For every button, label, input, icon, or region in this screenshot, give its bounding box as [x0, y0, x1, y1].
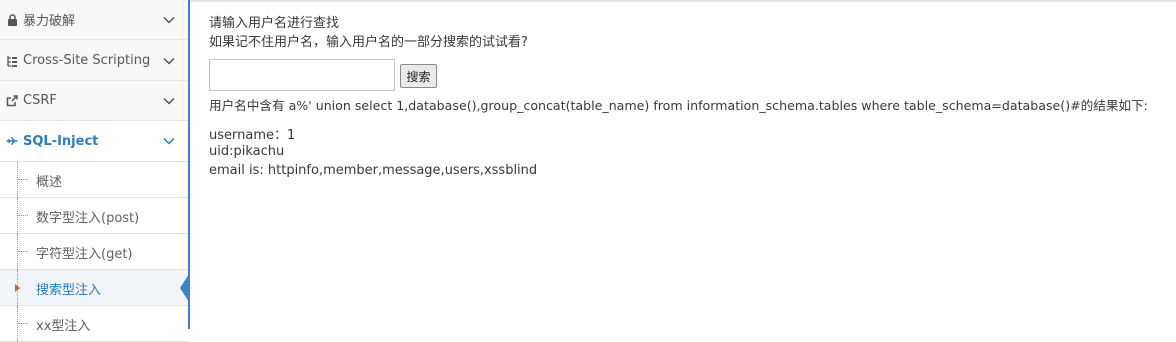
plane-icon: [6, 135, 18, 147]
tree-branch: [18, 251, 28, 252]
caret-right-icon: [15, 284, 20, 292]
submenu-item-label: 字符型注入(get): [36, 247, 133, 262]
chevron-down-icon[interactable]: [162, 97, 176, 105]
submenu-item-overview[interactable]: 概述: [0, 162, 188, 198]
result-uid: uid:pikachu: [209, 144, 285, 159]
share-box-icon: [6, 94, 18, 107]
tree-line: [17, 306, 18, 342]
chevron-down-icon[interactable]: [162, 137, 176, 145]
chevron-down-icon[interactable]: [162, 57, 176, 65]
result-username: username：1: [209, 128, 296, 143]
chevron-down-icon[interactable]: [162, 16, 176, 24]
tree-line: [17, 162, 18, 198]
search-input[interactable]: [209, 59, 395, 91]
main-content: 请输入用户名进行查找 如果记不住用户名，输入用户名的一部分搜索的试试看? 搜索 …: [209, 0, 1169, 329]
tree-line: [17, 198, 18, 234]
sidebar-item-label: Cross-Site Scripting: [23, 53, 151, 68]
sidebar-item-sql-inject[interactable]: SQL-Inject: [0, 121, 188, 162]
submenu-item-label: 数字型注入(post): [36, 211, 140, 226]
sidebar: 暴力破解 Cross-Site Scripting CSRF SQL-Injec…: [0, 0, 189, 342]
submenu-item-label: xx型注入: [36, 319, 91, 334]
sidebar-item-xss[interactable]: Cross-Site Scripting: [0, 41, 188, 81]
tree-branch: [18, 215, 28, 216]
submenu-item-string-get[interactable]: 字符型注入(get): [0, 234, 188, 270]
list-tree-icon: [6, 55, 18, 67]
sidebar-item-brute-force[interactable]: 暴力破解: [0, 0, 188, 40]
result-email: email is: httpinfo,member,message,users,…: [209, 163, 538, 178]
result-header: 用户名中含有 a%' union select 1,database(),gro…: [209, 98, 1148, 113]
submenu-item-search[interactable]: 搜索型注入: [0, 270, 189, 306]
tree-line: [17, 234, 18, 270]
sidebar-item-label: SQL-Inject: [23, 133, 99, 149]
tree-branch: [18, 179, 28, 180]
sidebar-divider: [188, 0, 190, 329]
prompt-line-1: 请输入用户名进行查找: [209, 16, 340, 31]
submenu-item-label: 搜索型注入: [36, 283, 102, 298]
submenu-item-xx[interactable]: xx型注入: [0, 306, 188, 342]
submenu-item-numeric-post[interactable]: 数字型注入(post): [0, 198, 188, 234]
sidebar-item-label: CSRF: [23, 93, 57, 108]
prompt-line-2: 如果记不住用户名，输入用户名的一部分搜索的试试看?: [209, 35, 528, 50]
sidebar-item-csrf[interactable]: CSRF: [0, 81, 188, 121]
search-button[interactable]: 搜索: [400, 64, 437, 88]
sidebar-item-label: 暴力破解: [23, 14, 76, 29]
lock-icon: [6, 13, 18, 26]
tree-branch: [18, 323, 28, 324]
submenu-item-label: 概述: [36, 175, 63, 190]
